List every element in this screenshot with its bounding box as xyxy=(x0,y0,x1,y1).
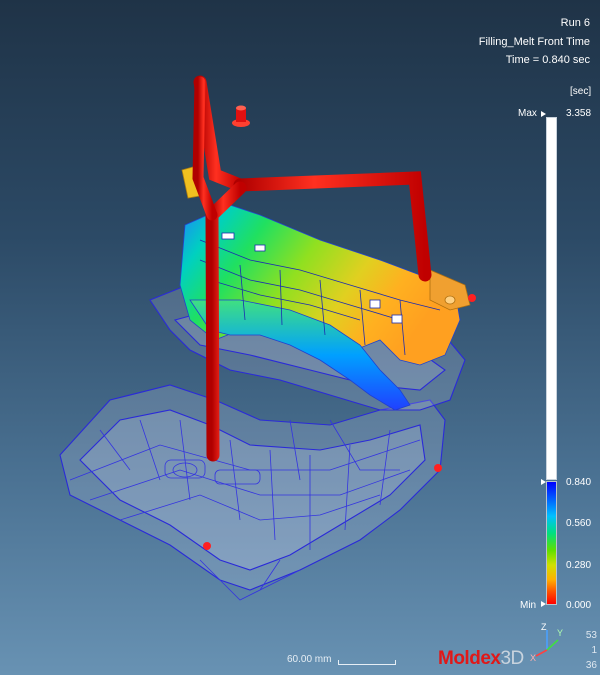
legend-unfilled-bar xyxy=(546,117,557,480)
view-number-1: 53 xyxy=(585,630,597,641)
legend-unit: [sec] xyxy=(570,86,592,97)
logo-brand-suffix: 3D xyxy=(500,648,524,669)
axis-triad xyxy=(535,630,559,657)
moldex3d-logo: Moldex3D xyxy=(438,648,524,670)
axis-z-label: Z xyxy=(541,622,547,632)
scale-label: 60.00 mm xyxy=(287,654,332,665)
logo-brand-main: Moldex xyxy=(438,648,501,669)
view-number-2: 1 xyxy=(591,645,597,656)
legend-current-value: 0.840 xyxy=(566,477,592,488)
legend-max-label: Max xyxy=(518,108,537,119)
axis-y-label: Y xyxy=(557,628,564,638)
scale-bar xyxy=(338,660,396,665)
legend-color-bar xyxy=(546,481,557,605)
model-viewport[interactable] xyxy=(0,0,600,675)
legend-min-value: 0.000 xyxy=(566,600,592,611)
legend-max-value: 3.358 xyxy=(566,108,592,119)
legend-tick-1: 0.560 xyxy=(566,518,592,529)
legend-tick-2: 0.280 xyxy=(566,560,592,571)
legend-min-label: Min xyxy=(520,600,537,611)
view-number-3: 36 xyxy=(585,660,597,671)
axis-x-label: X xyxy=(530,653,537,663)
